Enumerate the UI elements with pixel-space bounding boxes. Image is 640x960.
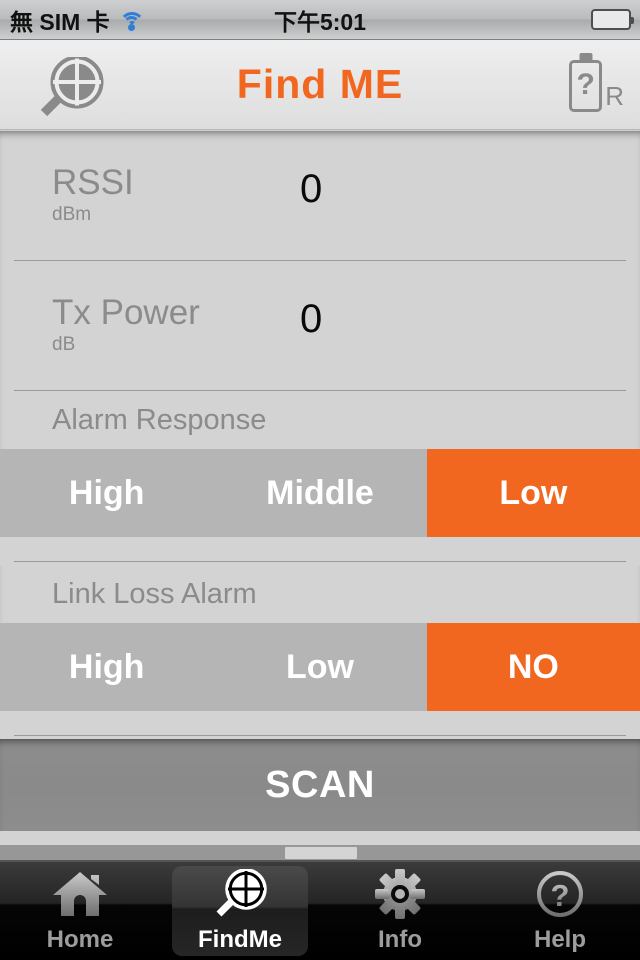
tab-home-label: Home [46,926,114,953]
tab-help-label: Help [533,926,586,953]
scope-magnifier-icon [211,868,269,920]
battery-unknown-icon: ? [569,60,603,112]
nav-bar: Find ME ? R [0,40,640,130]
link-loss-alarm-label: Link Loss Alarm [52,577,257,610]
status-bar: 無 SIM 卡 下午5:01 [0,0,640,40]
svg-text:?: ? [551,878,570,913]
link-loss-option-low[interactable]: Low [213,623,427,711]
alarm-response-option-middle[interactable]: Middle [213,449,427,537]
tab-help[interactable]: ? Help [480,862,640,960]
spacer [0,711,640,739]
rssi-unit: dBm [52,203,92,225]
alarm-response-label: Alarm Response [52,403,267,436]
alarm-response-option-low[interactable]: Low [426,449,640,537]
rssi-row: RSSI dBm 0 [0,131,640,261]
link-loss-option-high[interactable]: High [0,623,214,711]
tx-power-row: Tx Power dB 0 [0,261,640,391]
scan-button[interactable]: SCAN [0,739,640,831]
tx-power-label: Tx Power [52,293,200,332]
spacer [0,831,640,845]
page-scroll-thumb[interactable] [285,847,357,859]
divider [14,390,626,391]
status-bar-right [591,9,634,30]
tab-info-label: Info [378,926,422,953]
tab-findme[interactable]: FindMe [160,862,320,960]
tab-findme-label: FindMe [198,926,282,953]
alarm-response-segmented-control[interactable]: High Middle Low [0,449,640,537]
question-circle-icon: ? [531,868,589,920]
tab-bar: Home FindMe Info ? Help [0,860,640,960]
tab-home[interactable]: Home [0,862,160,960]
battery-suffix-label: R [605,81,624,111]
link-loss-option-no[interactable]: NO [426,623,640,711]
link-loss-alarm-segmented-control[interactable]: High Low NO [0,623,640,711]
main-content: RSSI dBm 0 Tx Power dB 0 Alarm Response … [0,131,640,860]
battery-full-icon [591,9,634,30]
gear-icon [371,868,429,920]
app-root: 無 SIM 卡 下午5:01 Find ME ? R RSSI dBm 0 Tx… [0,0,640,960]
home-icon [51,868,109,920]
battery-unknown-label: ? [576,68,595,101]
page-scroll-indicator[interactable] [0,845,640,860]
alarm-response-option-high[interactable]: High [0,449,214,537]
rssi-value: 0 [300,167,323,211]
status-bar-clock: 下午5:01 [273,8,367,35]
tab-info[interactable]: Info [320,862,480,960]
rssi-label: RSSI [52,163,134,202]
page-title: Find ME [236,61,404,107]
spacer [0,537,640,565]
device-battery-indicator: ? R [569,60,624,112]
tx-power-value: 0 [300,297,323,341]
tx-power-unit: dB [52,333,76,355]
